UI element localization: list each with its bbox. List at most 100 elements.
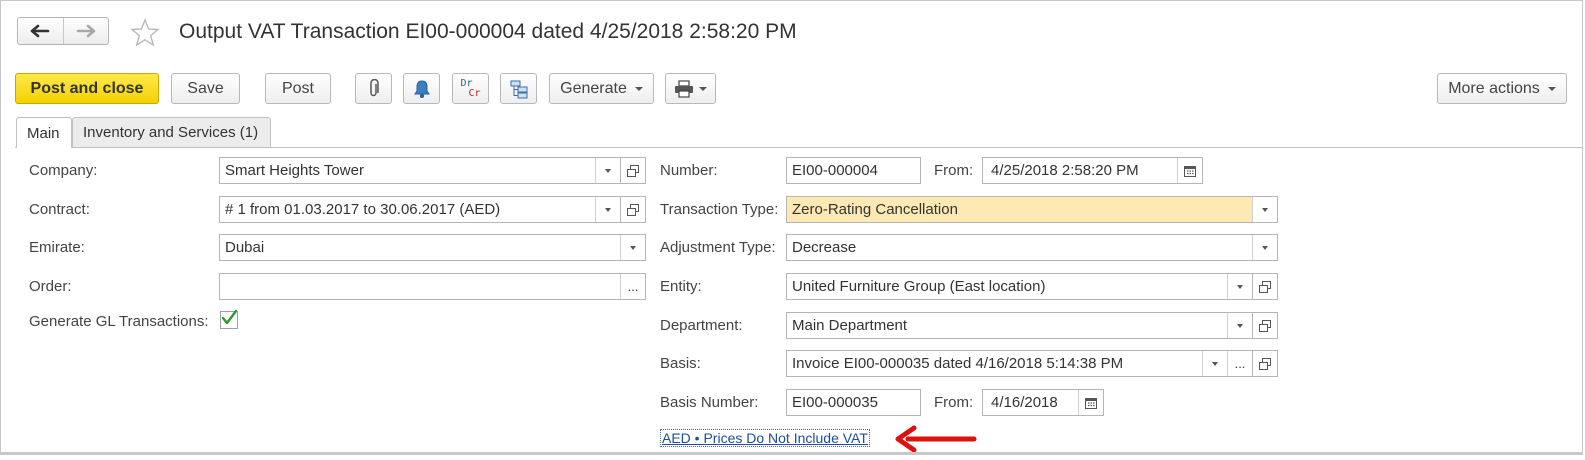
department-label: Department: <box>660 317 743 334</box>
contract-label: Contract: <box>29 201 90 218</box>
basis-label: Basis: <box>660 355 701 372</box>
department-dropdown-button[interactable] <box>1227 313 1252 338</box>
company-label: Company: <box>29 162 98 179</box>
department-open-button[interactable] <box>1253 312 1278 339</box>
entity-dropdown-button[interactable] <box>1227 274 1252 299</box>
number-label: Number: <box>660 162 718 179</box>
back-button[interactable] <box>18 18 63 44</box>
basis-dropdown-button[interactable] <box>1202 351 1227 376</box>
adjustment-type-label: Adjustment Type: <box>660 239 776 256</box>
basis-value: Invoice EI00-000035 dated 4/16/2018 5:14… <box>792 355 1124 372</box>
basis-from-label: From: <box>934 394 974 411</box>
open-window-icon <box>1259 280 1271 293</box>
basis-number-value: EI00-000035 <box>792 394 878 411</box>
more-actions-label: More actions <box>1448 79 1540 97</box>
number-field[interactable]: EI00-000004 <box>786 157 921 184</box>
paperclip-icon <box>369 78 379 96</box>
from-date-field[interactable]: 4/25/2018 2:58:20 PM <box>982 157 1203 184</box>
chevron-down-icon <box>1262 207 1268 212</box>
reminder-button[interactable] <box>403 73 440 104</box>
basis-from-date-value: 4/16/2018 <box>991 394 1058 411</box>
chevron-down-icon <box>1212 361 1218 366</box>
checkmark-icon <box>221 309 238 325</box>
open-window-icon <box>1259 319 1271 332</box>
open-window-icon <box>1259 357 1271 370</box>
chevron-down-icon <box>1237 323 1243 328</box>
ellipsis-label: ... <box>1234 356 1246 371</box>
entity-field[interactable]: United Furniture Group (East location) <box>786 273 1253 300</box>
tab-inventory-and-services[interactable]: Inventory and Services (1) <box>72 117 271 147</box>
more-actions-button[interactable]: More actions <box>1437 73 1567 104</box>
calendar-button[interactable] <box>1177 158 1202 183</box>
page-title: Output VAT Transaction EI00-000004 dated… <box>179 20 797 43</box>
arrow-right-icon <box>76 24 96 38</box>
chevron-down-icon <box>605 168 611 173</box>
favorite-star-icon[interactable] <box>129 17 161 49</box>
emirate-label: Emirate: <box>29 239 85 256</box>
forward-button[interactable] <box>62 18 109 44</box>
chevron-down-icon <box>1262 245 1268 250</box>
document-window: Output VAT Transaction EI00-000004 dated… <box>0 0 1583 455</box>
chevron-down-icon <box>1237 284 1243 289</box>
calendar-button[interactable] <box>1078 390 1103 415</box>
open-window-icon <box>627 164 639 177</box>
from-date-value: 4/25/2018 2:58:20 PM <box>991 162 1139 179</box>
emirate-dropdown-button[interactable] <box>620 235 645 260</box>
emirate-value: Dubai <box>225 239 265 256</box>
tab-divider <box>15 147 1582 148</box>
generate-label: Generate <box>560 79 627 97</box>
order-label: Order: <box>29 278 72 295</box>
adjustment-type-value: Decrease <box>792 239 857 256</box>
contract-field[interactable]: # 1 from 01.03.2017 to 30.06.2017 (AED) <box>219 196 621 223</box>
open-window-icon <box>627 203 639 216</box>
entity-label: Entity: <box>660 278 702 295</box>
entity-value: United Furniture Group (East location) <box>792 278 1046 295</box>
department-field[interactable]: Main Department <box>786 312 1253 339</box>
company-dropdown-button[interactable] <box>595 158 620 183</box>
emirate-field[interactable]: Dubai <box>219 234 646 261</box>
print-menu-button[interactable] <box>665 73 716 104</box>
adjustment-type-field[interactable]: Decrease <box>786 234 1278 261</box>
printer-icon <box>675 79 693 98</box>
company-open-button[interactable] <box>621 157 646 184</box>
generate-gl-label: Generate GL Transactions: <box>29 313 209 330</box>
basis-field[interactable]: Invoice EI00-000035 dated 4/16/2018 5:14… <box>786 350 1253 377</box>
order-field[interactable]: ... <box>219 273 646 300</box>
gl-transactions-button[interactable]: Dr Cr <box>452 73 489 104</box>
ellipsis-label: ... <box>627 279 639 294</box>
post-and-close-button[interactable]: Post and close <box>15 73 159 104</box>
history-nav <box>17 17 109 45</box>
generate-gl-checkbox[interactable] <box>220 309 238 329</box>
basis-from-date-field[interactable]: 4/16/2018 <box>982 389 1104 416</box>
number-value: EI00-000004 <box>792 162 878 179</box>
tab-main[interactable]: Main <box>16 117 72 148</box>
prices-settings-link[interactable]: AED • Prices Do Not Include VAT <box>660 429 870 447</box>
contract-dropdown-button[interactable] <box>595 197 620 222</box>
dr-label: Dr <box>460 77 473 89</box>
contract-open-button[interactable] <box>621 196 646 223</box>
hierarchy-icon <box>510 80 527 98</box>
basis-number-field[interactable]: EI00-000035 <box>786 389 921 416</box>
calendar-icon <box>1184 165 1196 177</box>
structure-button[interactable] <box>500 73 537 104</box>
company-field[interactable]: Smart Heights Tower <box>219 157 621 184</box>
basis-number-label: Basis Number: <box>660 394 759 411</box>
save-button[interactable]: Save <box>171 73 240 104</box>
company-value: Smart Heights Tower <box>225 162 364 179</box>
transaction-type-value: Zero-Rating Cancellation <box>792 201 958 218</box>
basis-open-button[interactable] <box>1253 350 1278 377</box>
contract-value: # 1 from 01.03.2017 to 30.06.2017 (AED) <box>225 201 501 218</box>
arrow-left-icon <box>30 24 50 38</box>
attachments-button[interactable] <box>355 73 392 104</box>
adjustment-type-dropdown-button[interactable] <box>1252 235 1277 260</box>
post-button[interactable]: Post <box>265 73 331 104</box>
chevron-down-icon <box>605 207 611 212</box>
generate-menu-button[interactable]: Generate <box>549 73 654 104</box>
transaction-type-label: Transaction Type: <box>660 201 779 218</box>
entity-open-button[interactable] <box>1253 273 1278 300</box>
order-select-button[interactable]: ... <box>620 274 645 299</box>
transaction-type-dropdown-button[interactable] <box>1252 197 1277 222</box>
department-value: Main Department <box>792 317 908 334</box>
transaction-type-field[interactable]: Zero-Rating Cancellation <box>786 196 1278 223</box>
basis-select-button[interactable]: ... <box>1227 351 1252 376</box>
